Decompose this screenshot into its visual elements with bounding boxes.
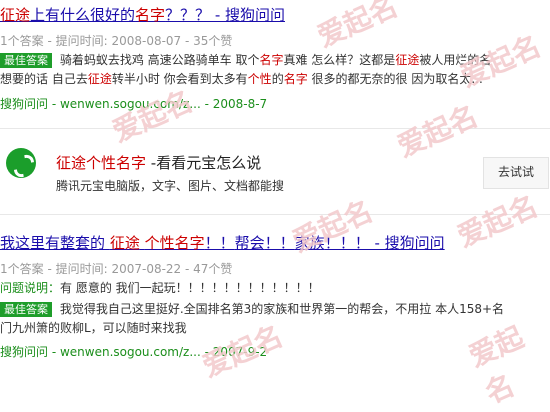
snippet-highlight: 征途: [87, 72, 112, 86]
title-highlight: 征途: [109, 234, 140, 252]
result2-meta: 1个答案 - 提问时间: 2007-08-22 - 47个赞: [0, 262, 233, 276]
result2-source-link[interactable]: 搜狗问问 - wenwen.sogou.com/z... - 2007-9-2: [0, 343, 267, 360]
title-text: ！！！ - 搜狗问问: [324, 234, 445, 252]
snippet-text: 转半小时 你会看到太多有: [111, 72, 248, 86]
snippet-text: 门九州箫的败柳L，可以随时来找我: [0, 321, 187, 335]
snippet-text: 骑着蚂蚁去找鸡 高速公路骑单车 取个: [59, 53, 260, 67]
title-highlight: 个性名字: [144, 234, 205, 252]
watermark: 爱起名: [392, 99, 483, 164]
divider: [0, 128, 550, 129]
title-text: 整套: [60, 234, 91, 252]
snippet-highlight: 个性: [247, 72, 272, 86]
title-text: 的: [90, 234, 110, 252]
title-highlight: 征途: [0, 6, 31, 24]
promo-subtitle: 腾讯元宝电脑版，文字、图片、文档都能搜: [56, 179, 285, 193]
snippet-text: 的: [271, 72, 284, 86]
title-highlight: 名字: [135, 6, 166, 24]
snippet-text: 想要的话 自己去: [0, 72, 88, 86]
snippet-text: 真难 怎么样？这都是: [283, 53, 396, 67]
snippet-text: 很多的都无奈的很 因为取名太...: [307, 72, 483, 86]
snippet-highlight: 名字: [283, 72, 308, 86]
snippet-highlight: 征途: [395, 53, 420, 67]
snippet-text: 被人用烂的名: [419, 53, 492, 67]
title-highlight: 征途: [56, 154, 87, 172]
title-text: 我这里有: [0, 234, 61, 252]
divider: [0, 214, 550, 215]
best-answer-badge: 最佳答案: [0, 53, 52, 68]
watermark: 爱起名: [107, 84, 198, 149]
title-text: ！！: [204, 234, 235, 252]
result2-question: 问题说明：有 愿意的 我们一起玩！！！！！！！！！！！！: [0, 279, 320, 298]
snippet-highlight: 名字: [259, 53, 284, 67]
result1-snippet: 最佳答案 骑着蚂蚁去找鸡 高速公路骑单车 取个名字真难 怎么样？这都是征途被人用…: [0, 51, 550, 89]
question-label: 问题说明：: [0, 281, 61, 295]
result2-title-link[interactable]: 我这里有整套的 征途 个性名字！！帮会！！家族！！！ - 搜狗问问: [0, 232, 445, 253]
watermark: 爱起名: [452, 189, 543, 254]
yuanbao-logo-icon: [6, 148, 36, 178]
title-text: 帮会: [234, 234, 265, 252]
title-text: ！！: [264, 234, 295, 252]
result2-snippet: 最佳答案 我觉得我自己这里挺好.全国排名第3的家族和世界第一的帮会，不用拉 本人…: [0, 300, 550, 338]
snippet-text: 我觉得我自己这里挺好.全国排名第3的家族和世界第一的帮会，不用拉 本人158+名: [59, 302, 505, 316]
title-text: 上有什么很好的: [30, 6, 136, 24]
watermark: 爱起名: [312, 0, 403, 54]
try-it-button[interactable]: 去试试: [483, 157, 549, 189]
question-text: 有 愿意的 我们一起玩！！！！！！！！！！！！: [60, 281, 320, 295]
title-text: ？？？ - 搜狗问问: [165, 6, 285, 24]
title-text: 家族: [294, 234, 325, 252]
best-answer-badge: 最佳答案: [0, 302, 52, 317]
result1-source-link[interactable]: 搜狗问问 - wenwen.sogou.com/z... - 2008-8-7: [0, 95, 267, 112]
title-text: -看看元宝怎么说: [146, 154, 262, 172]
promo-title-link[interactable]: 征途个性名字 -看看元宝怎么说: [56, 152, 261, 173]
result1-meta: 1个答案 - 提问时间: 2008-08-07 - 35个赞: [0, 34, 233, 48]
result1-title-link[interactable]: 征途上有什么很好的名字？？？ - 搜狗问问: [0, 4, 285, 25]
title-highlight: 个性名字: [86, 154, 147, 172]
